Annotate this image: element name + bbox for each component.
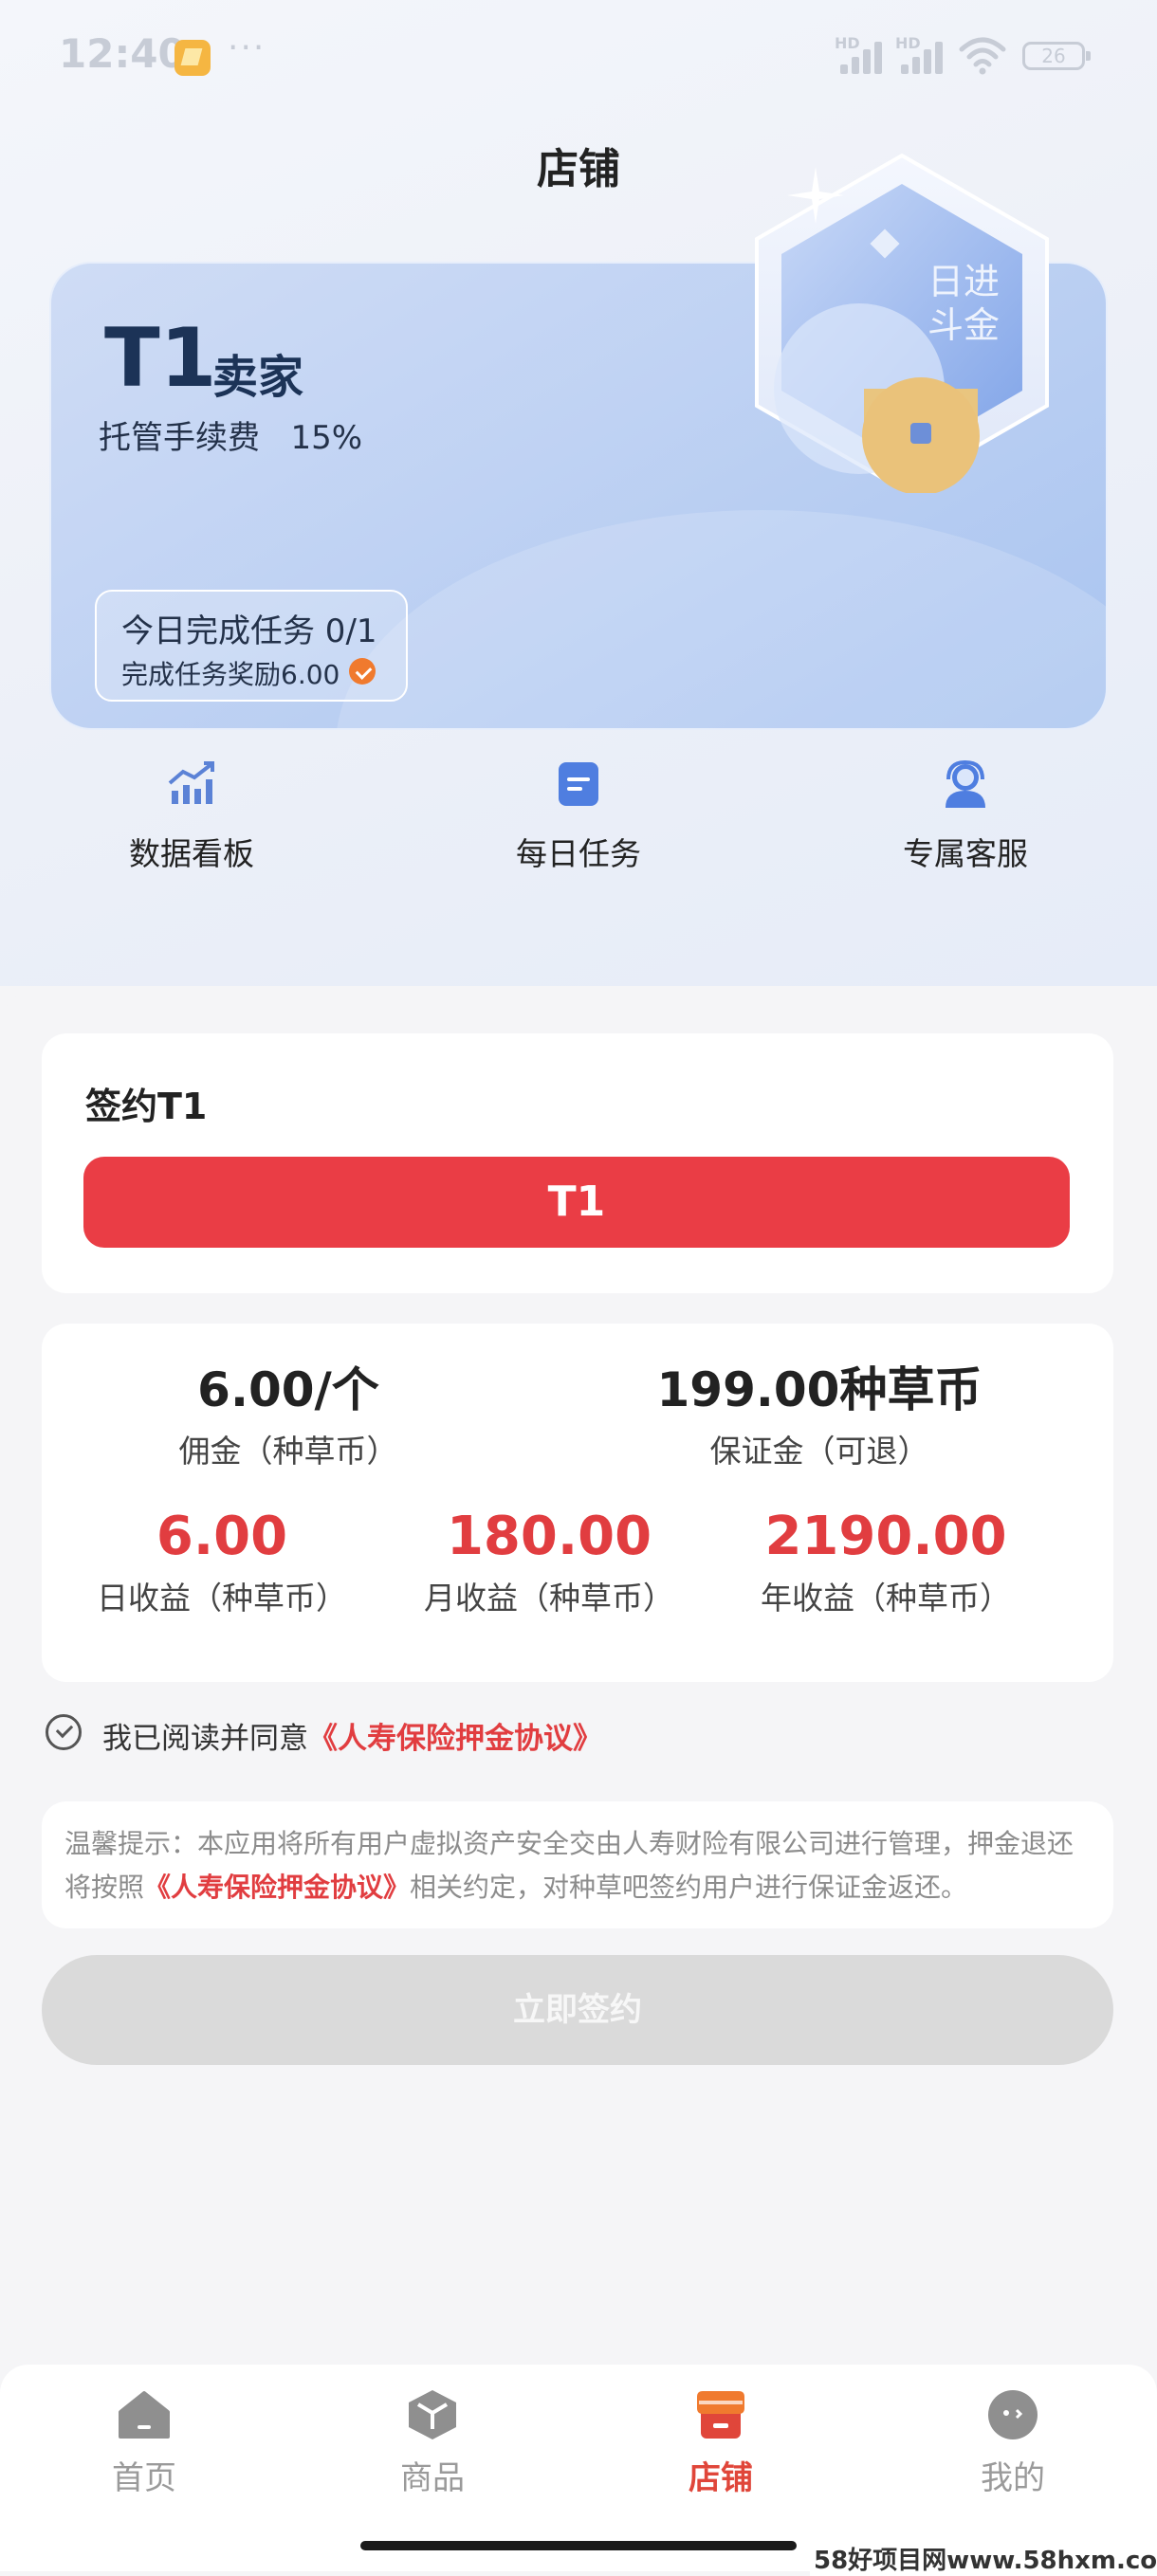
card-sheen [336, 510, 1106, 728]
tier-level: T1 [104, 311, 217, 406]
tab-label: 我的 [981, 2459, 1045, 2497]
deposit-label: 保证金（可退） [709, 1433, 929, 1470]
deposit-value: 199.00种草币 [656, 1362, 983, 1417]
store-icon [693, 2387, 748, 2442]
task-icon [553, 758, 604, 810]
yearly-earnings-stat: 2190.00 年收益（种草币） [734, 1506, 1038, 1618]
status-time: 12:40 [59, 30, 186, 77]
fee-info: 托管手续费 15% [99, 411, 362, 458]
badge-text-1: 日进 [927, 261, 1000, 302]
monthly-earnings-stat: 180.00 月收益（种草币） [407, 1506, 691, 1618]
sign-tier-title: 签约T1 [85, 1086, 208, 1127]
tab-label: 商品 [400, 2459, 465, 2497]
commission-label: 佣金（种草币） [178, 1433, 398, 1470]
notes-app-icon [174, 40, 211, 76]
tab-home[interactable]: 首页 [2, 2387, 286, 2498]
signal-icon [901, 38, 950, 74]
notice-text: 温馨提示：本应用将所有用户虚拟资产安全交由人寿财险有限公司进行管理，押金退还将按… [64, 1822, 1098, 1909]
notice-part2: 相关约定，对种草吧签约用户进行保证金返还。 [410, 1872, 968, 1903]
quick-action-support[interactable]: 专属客服 [823, 758, 1108, 874]
task-reward: 完成任务奖励6.00 [121, 659, 340, 690]
wifi-icon [959, 37, 1006, 75]
sign-now-button[interactable]: 立即签约 [42, 1955, 1113, 2065]
yearly-earnings-value: 2190.00 [764, 1506, 1007, 1567]
tab-store[interactable]: 店铺 [578, 2387, 863, 2498]
more-notifications-icon: ··· [228, 28, 266, 67]
daily-task-box[interactable]: 今日完成任务 0/1 完成任务奖励6.00 [95, 590, 408, 702]
home-icon [117, 2387, 172, 2442]
quick-action-label: 专属客服 [903, 835, 1028, 872]
daily-earnings-stat: 6.00 日收益（种草币） [80, 1506, 364, 1618]
tab-mine[interactable]: 我的 [871, 2387, 1155, 2498]
agreement-link[interactable]: 《人寿保险押金协议》 [308, 1722, 602, 1756]
tier-select-button[interactable]: T1 [83, 1157, 1070, 1248]
reward-coin-icon [349, 658, 376, 685]
daily-earnings-value: 6.00 [156, 1506, 288, 1567]
tab-goods[interactable]: 商品 [290, 2387, 575, 2498]
battery-icon: 26 [1022, 42, 1091, 70]
daily-earnings-label: 日收益（种草币） [97, 1580, 347, 1617]
notice-agreement-link[interactable]: 《人寿保险押金协议》 [144, 1872, 410, 1903]
earnings-card: 6.00/个 佣金（种草币） 199.00种草币 保证金（可退） 6.00 日收… [42, 1324, 1113, 1682]
tab-label: 店铺 [689, 2459, 753, 2497]
chart-icon [166, 758, 217, 810]
quick-action-daily-tasks[interactable]: 每日任务 [436, 758, 721, 874]
commission-stat: 6.00/个 佣金（种草币） [137, 1352, 440, 1471]
support-icon [940, 758, 991, 810]
monthly-earnings-value: 180.00 [446, 1506, 652, 1567]
badge-text-2: 斗金 [927, 304, 1000, 346]
quick-action-label: 数据看板 [129, 835, 254, 872]
yearly-earnings-label: 年收益（种草币） [761, 1580, 1011, 1617]
status-bar: 12:40 ··· HD HD 26 [0, 0, 1157, 114]
watermark: 58好项目网www.58hxm.com [810, 2541, 1157, 2576]
notice-card: 温馨提示：本应用将所有用户虚拟资产安全交由人寿财险有限公司进行管理，押金退还将按… [42, 1801, 1113, 1928]
tab-label: 首页 [112, 2459, 176, 2497]
sparkle-icon [787, 167, 844, 224]
agreement-text: 我已阅读并同意《人寿保险押金协议》 [102, 1714, 602, 1757]
agreement-prefix: 我已阅读并同意 [102, 1722, 308, 1756]
signal-icon [840, 38, 890, 74]
quick-action-label: 每日任务 [516, 835, 641, 872]
box-icon [405, 2387, 460, 2442]
tier-role: 卖家 [212, 351, 304, 404]
commission-value: 6.00/个 [197, 1362, 379, 1417]
deposit-stat: 199.00种草币 保证金（可退） [630, 1352, 1009, 1471]
profile-icon [985, 2387, 1040, 2442]
agreement-checkbox[interactable] [46, 1714, 82, 1750]
fee-label: 托管手续费 [99, 419, 260, 457]
sign-tier-card: 签约T1 T1 [42, 1033, 1113, 1293]
home-indicator[interactable] [360, 2541, 797, 2550]
task-progress: 今日完成任务 0/1 [121, 612, 377, 650]
fee-value: 15% [290, 419, 363, 457]
monthly-earnings-label: 月收益（种草币） [424, 1580, 674, 1617]
quick-action-dashboard[interactable]: 数据看板 [49, 758, 334, 874]
